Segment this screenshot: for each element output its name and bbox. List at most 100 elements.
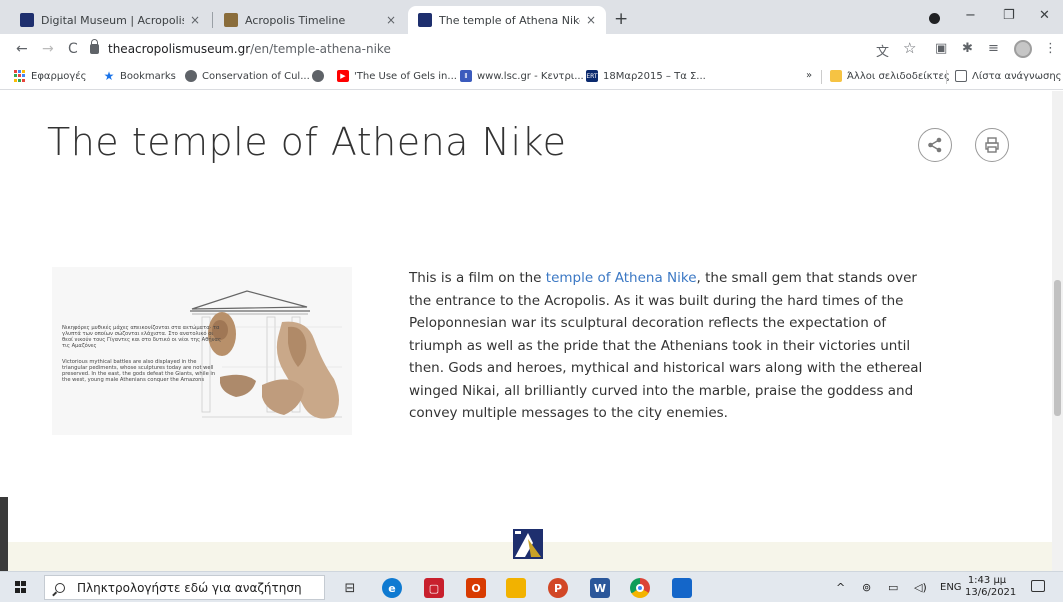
bookmarks-separator bbox=[821, 70, 822, 84]
extension-icon[interactable]: ▣ bbox=[935, 41, 947, 56]
word-icon[interactable]: W bbox=[590, 578, 610, 598]
task-view-icon[interactable]: ⊟ bbox=[340, 578, 360, 598]
media-indicator-icon[interactable] bbox=[929, 13, 940, 24]
bookmark-star-icon[interactable]: ☆ bbox=[903, 39, 916, 57]
file-explorer-icon[interactable] bbox=[506, 578, 526, 598]
extensions-puzzle-icon[interactable]: ✱ bbox=[962, 41, 973, 56]
taskbar-search-input[interactable]: Πληκτρολογήστε εδώ για αναζήτηση bbox=[44, 575, 325, 600]
reading-list-icon bbox=[955, 70, 967, 82]
star-icon: ★ bbox=[103, 69, 115, 83]
profile-avatar[interactable] bbox=[1014, 40, 1032, 58]
apps-grid-icon bbox=[14, 70, 26, 82]
bookmark-label: Conservation of Cul... bbox=[202, 70, 310, 82]
forward-button[interactable]: → bbox=[42, 41, 54, 57]
new-tab-button[interactable]: + bbox=[614, 9, 628, 29]
tab-separator bbox=[212, 12, 213, 28]
translate-icon[interactable]: ⽂ bbox=[876, 41, 889, 60]
url-path: /en/temple-athena-nike bbox=[250, 42, 391, 56]
bookmark-conservation[interactable]: Conservation of Cul... bbox=[185, 70, 310, 82]
video-thumbnail[interactable]: Νικηφόρες μυθικές μάχες απεικονίζονται σ… bbox=[52, 267, 352, 435]
bookmark-lsc[interactable]: Ⅱ www.lsc.gr - Κεντρι... bbox=[460, 70, 584, 82]
screen: Digital Museum | Acropolis Muse × Acropo… bbox=[0, 0, 1063, 602]
taskbar-clock[interactable]: 1:43 μμ 13/6/2021 bbox=[965, 575, 1017, 599]
back-button[interactable]: ← bbox=[16, 41, 28, 57]
tab-title: Digital Museum | Acropolis Muse bbox=[41, 13, 184, 27]
network-icon[interactable]: ▭ bbox=[888, 581, 898, 594]
bookmark-label: www.lsc.gr - Κεντρι... bbox=[477, 70, 584, 82]
print-button[interactable] bbox=[975, 128, 1009, 162]
ert-icon: ERT bbox=[586, 70, 598, 82]
description-text: , the small gem that stands over the ent… bbox=[409, 270, 923, 421]
bookmarks-bar: Εφαρμογές ★ Bookmarks Conservation of Cu… bbox=[0, 64, 1063, 90]
close-tab-icon[interactable]: × bbox=[586, 13, 596, 27]
meet-now-icon[interactable]: ⊚ bbox=[862, 581, 871, 594]
search-placeholder: Πληκτρολογήστε εδώ για αναζήτηση bbox=[77, 580, 302, 595]
desktop-edge bbox=[0, 497, 8, 571]
tab-strip: Digital Museum | Acropolis Muse × Acropo… bbox=[0, 0, 1063, 34]
close-tab-icon[interactable]: × bbox=[386, 13, 396, 27]
bookmark-reading-list[interactable]: Λίστα ανάγνωσης bbox=[955, 70, 1062, 82]
browser-toolbar: ← → C theacropolismuseum.gr/en/temple-at… bbox=[0, 34, 1063, 64]
office-icon[interactable]: O bbox=[466, 578, 486, 598]
edge-icon[interactable]: e bbox=[382, 578, 402, 598]
tab-acropolis-timeline[interactable]: Acropolis Timeline × bbox=[214, 6, 406, 34]
acropolis-museum-logo-icon[interactable] bbox=[511, 527, 545, 561]
thumbnail-caption-english: Victorious mythical battles are also dis… bbox=[62, 359, 216, 383]
powerpoint-icon[interactable]: P bbox=[548, 578, 568, 598]
bookmark-globe[interactable] bbox=[312, 70, 329, 82]
bookmark-label: Λίστα ανάγνωσης bbox=[972, 70, 1062, 82]
thumbnail-caption-greek: Νικηφόρες μυθικές μάχες απεικονίζονται σ… bbox=[62, 325, 222, 349]
youtube-icon: ▶ bbox=[337, 70, 349, 82]
volume-icon[interactable]: ◁) bbox=[914, 581, 927, 594]
globe-icon bbox=[312, 70, 324, 82]
bookmarks-overflow-chevron[interactable]: » bbox=[806, 70, 812, 81]
bookmark-bookmarks[interactable]: ★ Bookmarks bbox=[103, 69, 176, 83]
lock-icon[interactable] bbox=[90, 39, 99, 54]
chrome-icon[interactable] bbox=[630, 578, 650, 598]
temple-athena-nike-link[interactable]: temple of Athena Nike bbox=[546, 270, 697, 286]
tab-title: Acropolis Timeline bbox=[245, 13, 346, 27]
bookmark-apps[interactable]: Εφαρμογές bbox=[14, 70, 87, 82]
bookmark-gels[interactable]: ▶ 'The Use of Gels in... bbox=[337, 70, 457, 82]
url-host: theacropolismuseum.gr bbox=[108, 42, 251, 56]
acropolis-museum-favicon-icon bbox=[20, 13, 34, 27]
reload-button[interactable]: C bbox=[68, 41, 78, 57]
clock-date: 13/6/2021 bbox=[965, 587, 1017, 598]
lsc-icon: Ⅱ bbox=[460, 70, 472, 82]
page-scrollbar-thumb[interactable] bbox=[1054, 280, 1061, 416]
clock-time: 1:43 μμ bbox=[967, 575, 1007, 586]
mail-icon[interactable]: ▢ bbox=[424, 578, 444, 598]
windows-start-icon[interactable] bbox=[15, 581, 27, 593]
bookmark-label: 'The Use of Gels in... bbox=[354, 70, 457, 82]
share-button[interactable] bbox=[918, 128, 952, 162]
description-paragraph: This is a film on the temple of Athena N… bbox=[409, 267, 939, 425]
timeline-favicon-icon bbox=[224, 13, 238, 27]
bookmarks-separator bbox=[946, 70, 947, 84]
bookmark-ert[interactable]: ERT 18Μαρ2015 – Τα Σ... bbox=[586, 70, 706, 82]
address-bar[interactable]: theacropolismuseum.gr/en/temple-athena-n… bbox=[90, 37, 860, 61]
close-tab-icon[interactable]: × bbox=[190, 13, 200, 27]
print-icon bbox=[985, 137, 999, 153]
bookmark-label: Άλλοι σελιδοδείκτες bbox=[847, 70, 950, 82]
globe-icon bbox=[185, 70, 197, 82]
tab-digital-museum[interactable]: Digital Museum | Acropolis Muse × bbox=[10, 6, 210, 34]
description-text: This is a film on the bbox=[409, 270, 546, 286]
tab-title: The temple of Athena Nike | Acro bbox=[439, 13, 580, 27]
maximize-button[interactable]: ❐ bbox=[1003, 8, 1015, 23]
sculpture-illustration bbox=[190, 290, 342, 419]
bookmark-label: 18Μαρ2015 – Τα Σ... bbox=[603, 70, 706, 82]
close-window-button[interactable]: ✕ bbox=[1039, 8, 1050, 23]
reading-queue-icon[interactable]: ≡ bbox=[988, 41, 999, 56]
acropolis-museum-favicon-icon bbox=[418, 13, 432, 27]
photos-icon[interactable] bbox=[672, 578, 692, 598]
bookmark-label: Εφαρμογές bbox=[31, 70, 87, 82]
language-indicator[interactable]: ENG bbox=[940, 582, 962, 593]
browser-menu-icon[interactable]: ⋮ bbox=[1044, 41, 1057, 56]
share-icon bbox=[928, 137, 942, 153]
bookmark-other[interactable]: Άλλοι σελιδοδείκτες bbox=[830, 70, 950, 82]
notifications-icon[interactable] bbox=[1031, 580, 1045, 592]
minimize-button[interactable]: − bbox=[965, 8, 976, 23]
tray-chevron-icon[interactable]: ^ bbox=[836, 581, 845, 594]
folder-icon bbox=[830, 70, 842, 82]
tab-temple-athena-nike[interactable]: The temple of Athena Nike | Acro × bbox=[408, 6, 606, 34]
